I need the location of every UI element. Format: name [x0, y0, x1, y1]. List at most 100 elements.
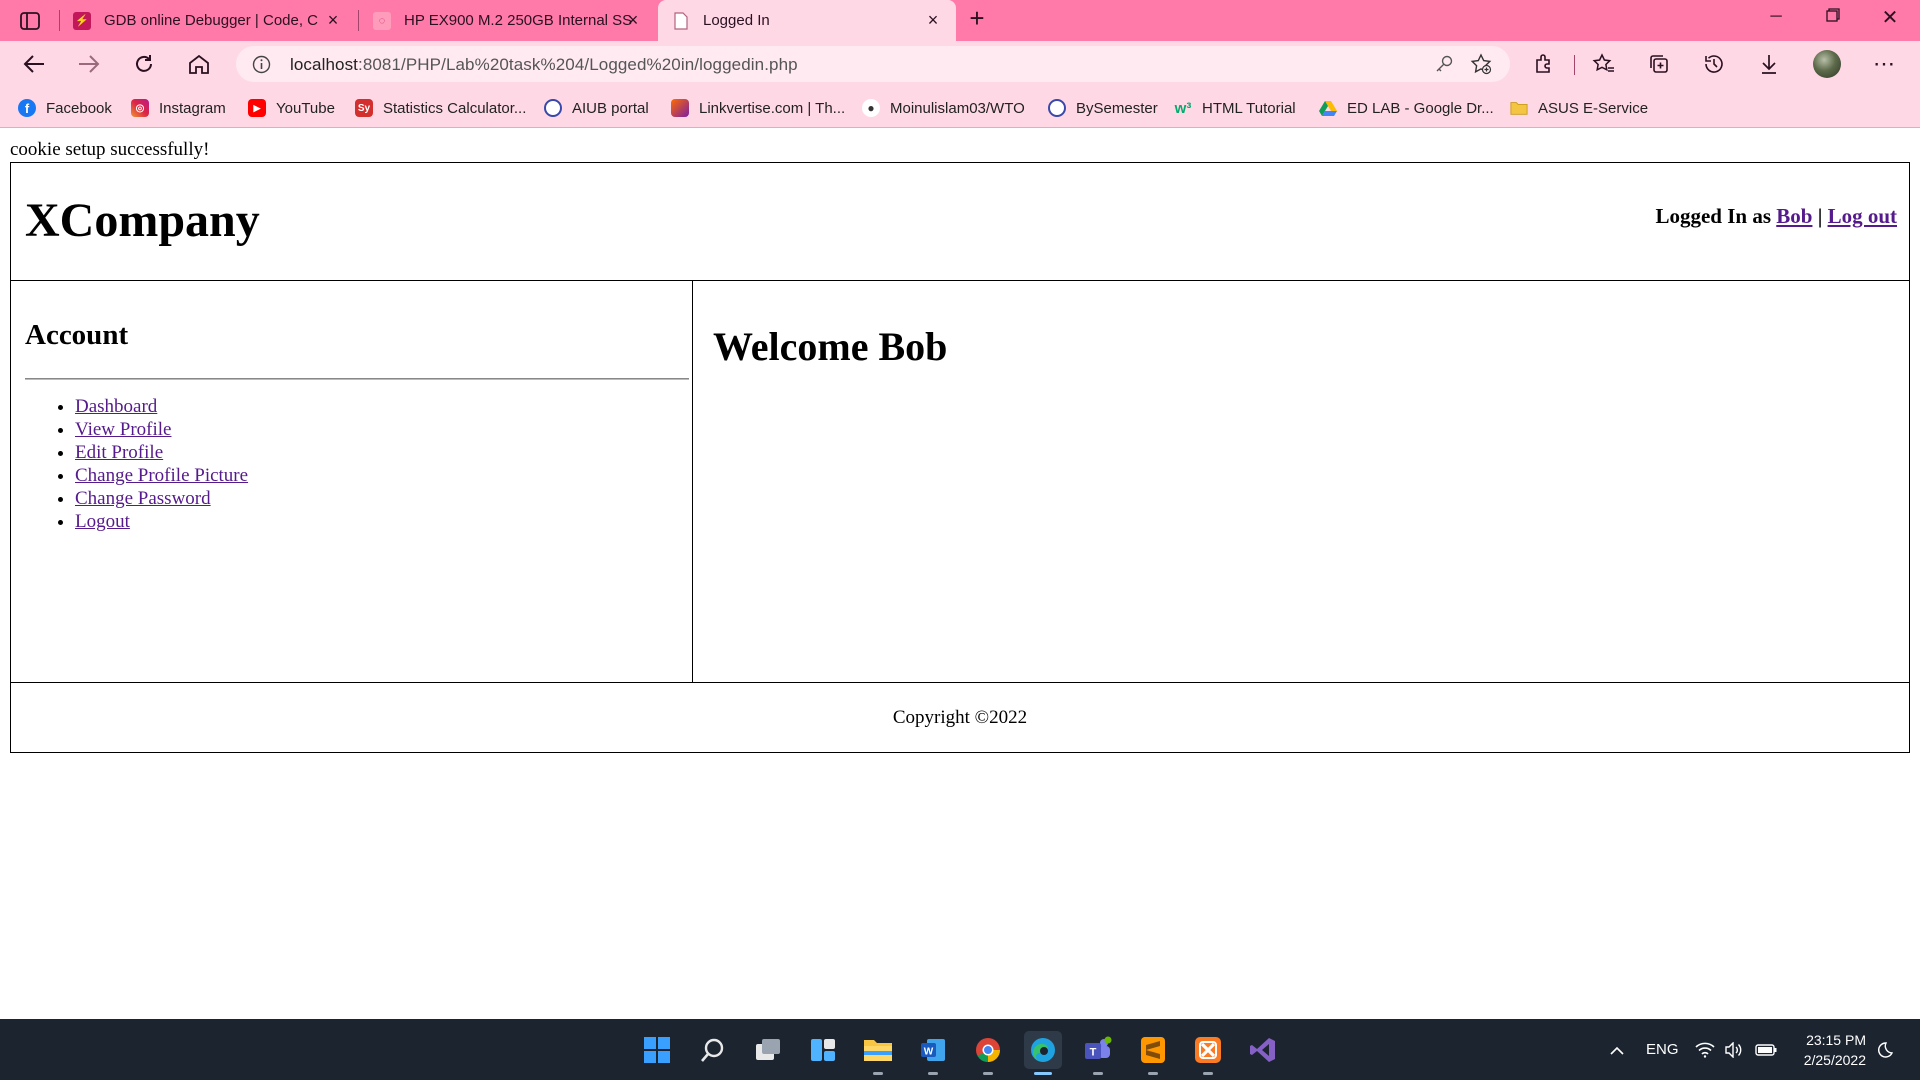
bookmark-github[interactable]: ● Moinulislam03/WTO — [862, 97, 1025, 119]
xampp-icon[interactable] — [1189, 1031, 1227, 1075]
bookmark-instagram[interactable]: ◎ Instagram — [131, 97, 226, 119]
dashboard-link[interactable]: Dashboard — [75, 396, 157, 417]
menu-item: Change Password — [75, 487, 248, 510]
search-icon[interactable] — [694, 1031, 732, 1069]
account-menu: Dashboard View Profile Edit Profile Chan… — [61, 395, 248, 533]
close-window-icon[interactable]: ✕ — [1878, 5, 1902, 29]
edit-profile-link[interactable]: Edit Profile — [75, 442, 163, 463]
site-header: XCompany Logged In as Bob | Log out — [10, 162, 1910, 281]
brand-title: XCompany — [25, 194, 260, 247]
profile-avatar[interactable] — [1813, 50, 1841, 78]
widgets-icon[interactable] — [804, 1031, 842, 1069]
focus-assist-icon[interactable] — [1876, 1019, 1894, 1080]
menu-item: Change Profile Picture — [75, 464, 248, 487]
youtube-icon: ▶ — [248, 99, 266, 117]
start-icon[interactable] — [638, 1031, 676, 1069]
collections-icon[interactable] — [1645, 50, 1673, 78]
reload-icon[interactable] — [130, 50, 158, 78]
history-icon[interactable] — [1700, 50, 1728, 78]
volume-icon[interactable] — [1724, 1019, 1744, 1080]
task-view-icon[interactable] — [749, 1031, 787, 1069]
bookmark-asus[interactable]: ASUS E-Service — [1510, 97, 1648, 119]
logout-menu-link[interactable]: Logout — [75, 511, 130, 532]
separator: | — [1817, 204, 1823, 228]
logged-in-status: Logged In as Bob | Log out — [1655, 204, 1897, 229]
url-text: localhost:8081/PHP/Lab%20task%204/Logged… — [290, 55, 798, 75]
bookmark-label: Linkvertise.com | Th... — [699, 99, 846, 117]
cookie-message: cookie setup successfully! — [10, 139, 210, 160]
menu-item: Edit Profile — [75, 441, 248, 464]
favorites-icon[interactable] — [1590, 50, 1618, 78]
bookmark-ed-lab[interactable]: ED LAB - Google Dr... — [1319, 97, 1494, 119]
show-hidden-icons[interactable] — [1606, 1019, 1628, 1080]
bookmark-facebook[interactable]: f Facebook — [18, 97, 112, 119]
tab-gdb[interactable]: ⚡ GDB online Debugger | Code, Co × — [60, 0, 356, 41]
home-icon[interactable] — [185, 50, 213, 78]
clock[interactable]: 23:15 PM 2/25/2022 — [1804, 1030, 1866, 1070]
close-tab-icon[interactable]: × — [924, 11, 942, 29]
add-favorite-icon[interactable] — [1470, 53, 1492, 80]
bookmark-html-tutorial[interactable]: w³ HTML Tutorial — [1174, 97, 1296, 119]
language-indicator[interactable]: ENG — [1646, 1019, 1679, 1080]
user-link[interactable]: Bob — [1776, 204, 1812, 228]
address-toolbar: localhost:8081/PHP/Lab%20task%204/Logged… — [0, 41, 1920, 87]
wifi-icon[interactable] — [1695, 1019, 1715, 1080]
page-content: cookie setup successfully! XCompany Logg… — [0, 129, 1920, 1019]
close-tab-icon[interactable]: × — [324, 11, 342, 29]
bookmark-label: Facebook — [46, 99, 112, 117]
back-icon[interactable] — [20, 50, 48, 78]
key-icon[interactable] — [1434, 54, 1454, 79]
linkvertise-icon — [671, 99, 689, 117]
word-icon[interactable]: W — [914, 1031, 952, 1075]
divider — [25, 378, 689, 380]
bookmark-label: ED LAB - Google Dr... — [1347, 99, 1494, 117]
bookmark-statistics[interactable]: Sy Statistics Calculator... — [355, 97, 526, 119]
facebook-icon: f — [18, 99, 36, 117]
w3schools-icon: w³ — [1174, 99, 1192, 117]
bookmark-youtube[interactable]: ▶ YouTube — [248, 97, 335, 119]
downloads-icon[interactable] — [1755, 50, 1783, 78]
bookmark-bysemester[interactable]: BySemester — [1048, 97, 1158, 119]
edge-icon[interactable] — [1024, 1031, 1062, 1075]
chrome-icon[interactable] — [969, 1031, 1007, 1075]
tab-title: Logged In — [703, 12, 770, 29]
file-explorer-icon[interactable] — [859, 1031, 897, 1075]
settings-more-icon[interactable]: ⋯ — [1870, 50, 1898, 78]
bookmark-label: YouTube — [276, 99, 335, 117]
change-profile-picture-link[interactable]: Change Profile Picture — [75, 465, 248, 486]
visual-studio-icon[interactable] — [1244, 1031, 1282, 1069]
restore-icon[interactable] — [1821, 8, 1845, 32]
google-drive-icon — [1319, 99, 1337, 117]
tab-logged-in[interactable]: Logged In × — [658, 0, 956, 41]
sublime-text-icon[interactable] — [1134, 1031, 1172, 1075]
tab-actions-icon[interactable] — [16, 7, 44, 35]
new-tab-icon[interactable]: + — [965, 3, 989, 33]
bookmark-label: Instagram — [159, 99, 226, 117]
welcome-heading: Welcome Bob — [713, 324, 948, 369]
tab-bar: ⚡ GDB online Debugger | Code, Co × ◌ HP … — [0, 0, 1920, 41]
view-profile-link[interactable]: View Profile — [75, 419, 171, 440]
change-password-link[interactable]: Change Password — [75, 488, 211, 509]
logout-link[interactable]: Log out — [1828, 204, 1897, 228]
bookmark-aiub[interactable]: AIUB portal — [544, 97, 649, 119]
forward-icon[interactable] — [75, 50, 103, 78]
gdb-icon: ⚡ — [73, 11, 91, 30]
close-tab-icon[interactable]: × — [624, 11, 642, 29]
bookmarks-bar: f Facebook ◎ Instagram ▶ YouTube Sy Statisti… — [0, 87, 1920, 128]
site-info-icon[interactable] — [252, 55, 271, 79]
teams-icon[interactable]: T — [1079, 1031, 1117, 1075]
site-footer: Copyright ©2022 — [10, 682, 1910, 753]
svg-text:W: W — [924, 1047, 934, 1058]
page-icon — [672, 11, 690, 30]
svg-text:T: T — [1090, 1047, 1097, 1059]
minimize-icon[interactable]: ─ — [1764, 8, 1788, 32]
bookmark-label: ASUS E-Service — [1538, 99, 1649, 117]
extensions-icon[interactable] — [1530, 50, 1558, 78]
battery-icon[interactable] — [1755, 1019, 1777, 1080]
github-icon: ● — [862, 99, 880, 117]
bookmark-linkvertise[interactable]: Linkvertise.com | Th... — [671, 97, 845, 119]
sidebar-heading: Account — [25, 319, 129, 351]
address-input[interactable]: localhost:8081/PHP/Lab%20task%204/Logged… — [236, 46, 1510, 82]
menu-item: Dashboard — [75, 395, 248, 418]
tab-hp[interactable]: ◌ HP EX900 M.2 250GB Internal SS × — [360, 0, 656, 41]
